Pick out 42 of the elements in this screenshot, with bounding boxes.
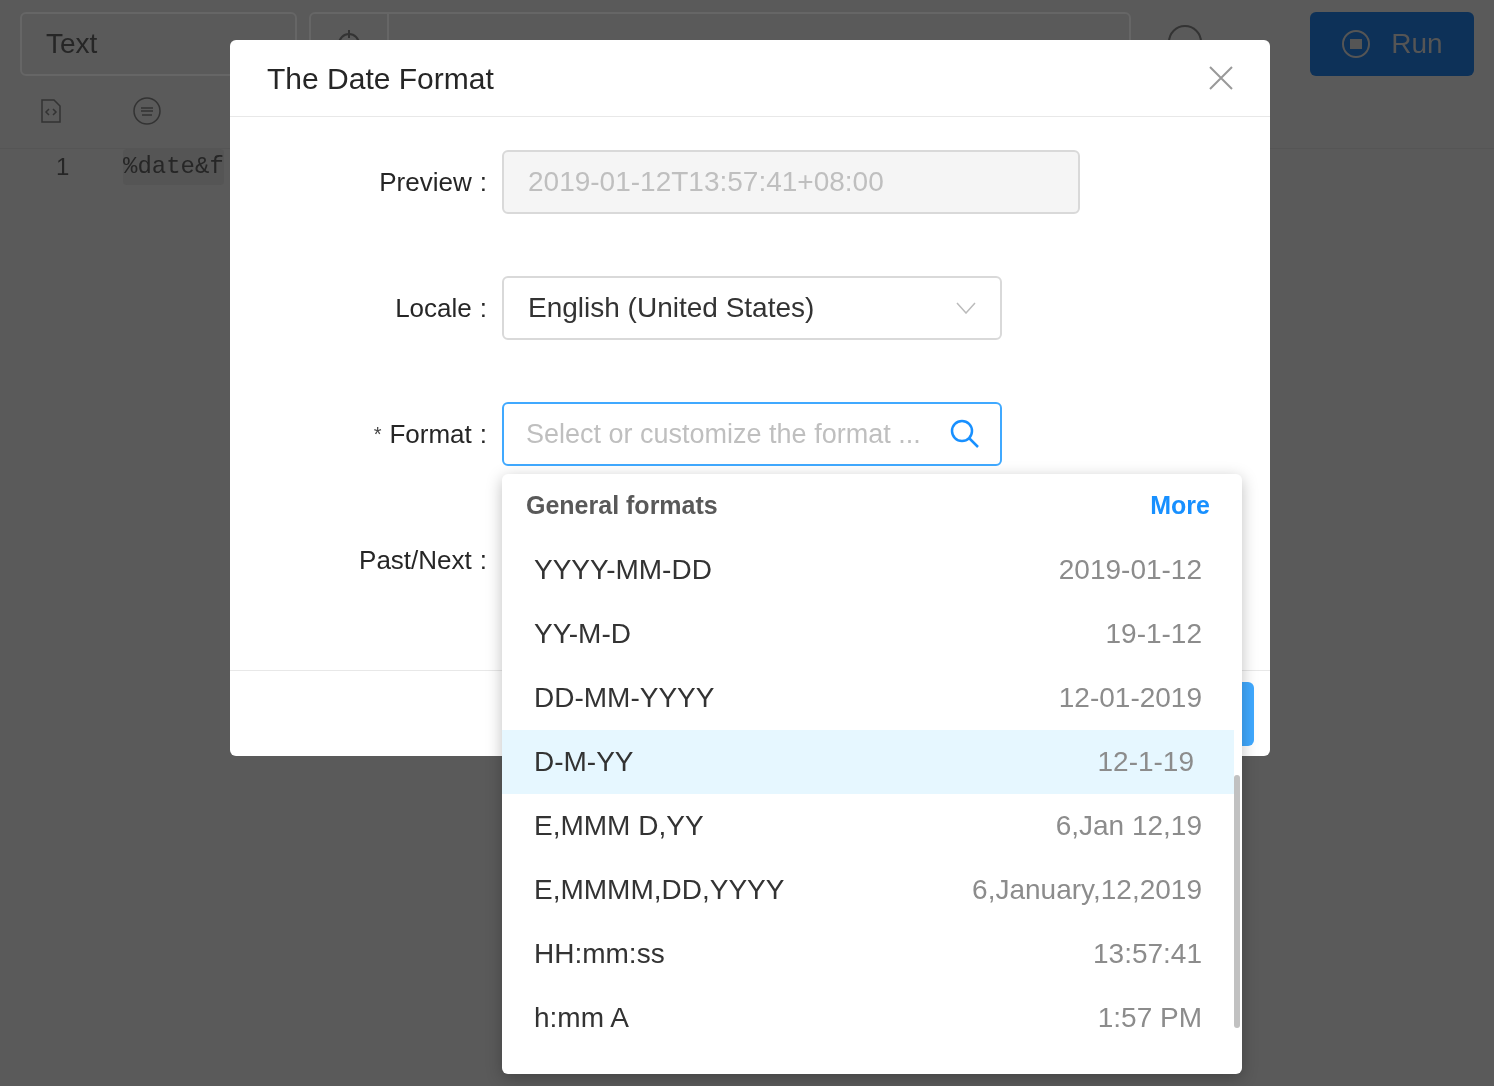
label-colon: : <box>479 165 487 199</box>
format-example: 1:57 PM <box>1097 1001 1202 1035</box>
scrollbar-thumb[interactable] <box>1234 775 1240 1028</box>
format-option[interactable]: YYYY-MM-DD 2019-01-12 <box>502 538 1242 602</box>
format-pattern: DD-MM-YYYY <box>534 681 715 715</box>
format-option[interactable]: D-M-YY 12-1-19 <box>502 730 1234 794</box>
locale-select[interactable]: English (United States) <box>502 276 1002 340</box>
format-example: 12-1-19 <box>1097 745 1194 779</box>
format-option[interactable]: DD-MM-YYYY 12-01-2019 <box>502 666 1242 730</box>
code-file-icon[interactable] <box>40 98 62 124</box>
dropdown-heading: General formats <box>526 490 718 522</box>
format-pattern: E,MMMM,DD,YYYY <box>534 873 785 907</box>
required-mark: * <box>373 422 382 447</box>
field-label: Locale <box>395 291 472 325</box>
format-pattern: E,MMM D,YY <box>534 809 704 843</box>
format-example: 2019-01-12 <box>1058 553 1202 587</box>
format-example: 6,January,12,2019 <box>972 873 1202 907</box>
format-pattern: HH:mm:ss <box>534 937 665 971</box>
format-option[interactable]: YY-M-D 19-1-12 <box>502 602 1242 666</box>
format-example: 19-1-12 <box>1105 617 1202 651</box>
format-option[interactable]: E,MMM D,YY 6,Jan 12,19 <box>502 794 1242 858</box>
label-colon: : <box>479 543 487 577</box>
close-icon[interactable] <box>1209 66 1233 90</box>
format-search-field[interactable]: Select or customize the format ... <box>502 402 1002 466</box>
field-label: Preview <box>379 165 472 199</box>
format-pattern: YYYY-MM-DD <box>534 553 712 587</box>
stop-icon <box>1341 29 1372 59</box>
format-example: 12-01-2019 <box>1058 681 1202 715</box>
chevron-down-icon <box>956 302 976 314</box>
format-option[interactable]: E,MMMM,DD,YYYY 6,January,12,2019 <box>502 858 1242 922</box>
format-option[interactable]: HH:mm:ss 13:57:41 <box>502 922 1242 986</box>
field-label: Format <box>389 417 472 451</box>
format-pattern: YY-M-D <box>534 617 631 651</box>
format-pattern: D-M-YY <box>534 745 634 779</box>
format-example: 6,Jan 12,19 <box>1055 809 1202 843</box>
format-option[interactable]: h:mm A 1:57 PM <box>502 986 1242 1050</box>
label-colon: : <box>479 417 487 451</box>
field-label: Past/Next <box>359 543 472 577</box>
format-example: 13:57:41 <box>1093 937 1202 971</box>
search-icon <box>950 419 980 449</box>
format-pattern: h:mm A <box>534 1001 629 1035</box>
label-colon: : <box>479 291 487 325</box>
